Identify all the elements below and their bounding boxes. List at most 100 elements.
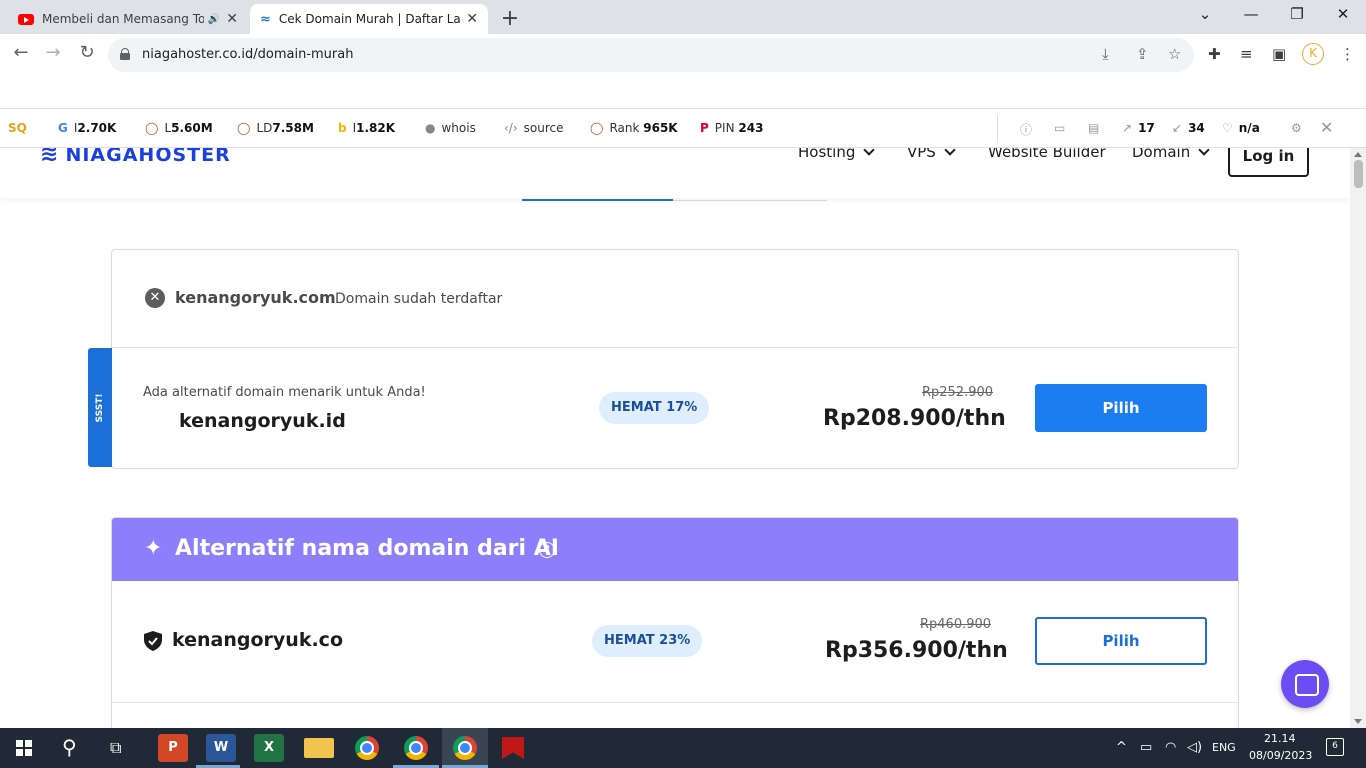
new-tab-button[interactable]: + [498,6,522,31]
diagnosis-icon[interactable]: ▭ [1054,121,1065,135]
bing-icon: b [338,121,347,135]
close-window-button[interactable]: ✕ [1332,5,1354,23]
share-icon[interactable]: ⇪ [1136,45,1149,63]
minimize-button[interactable]: — [1240,5,1262,23]
forward-button[interactable]: → [40,42,66,63]
chevron-up-icon[interactable]: ^ [1116,740,1127,755]
internal-links[interactable]: ↙ 34 [1172,121,1205,135]
discount-badge: HEMAT 23% [592,625,703,657]
excel-icon[interactable]: X [254,734,284,762]
chrome-active-icon[interactable] [453,736,477,760]
seoquake-logo-icon[interactable]: SQ [8,121,27,135]
seo-rank[interactable]: ◯ Rank 965K [590,121,678,135]
login-button[interactable]: Log in [1228,148,1309,177]
help-icon[interactable]: ? [539,542,555,558]
seo-heart[interactable]: ♡ n/a [1222,121,1260,135]
windows-taskbar: ⚲ ⧉ P W X ^ ▭ ◠ ◁) ENG 21.14 08/09/2023 … [0,728,1366,768]
address-bar[interactable]: niagahoster.co.id/domain-murah ⤓ ⇪ ☆ [108,38,1194,72]
seo-whois[interactable]: ● whois [425,121,476,135]
powerpoint-icon[interactable]: P [158,734,188,762]
seo-bing-index[interactable]: b I 1.82K [338,121,395,135]
close-tab-icon[interactable]: ✕ [226,11,238,27]
scroll-thumb[interactable] [1354,160,1363,188]
info-icon[interactable]: ⓘ [1020,121,1032,138]
chrome-profile-icon[interactable] [404,736,428,760]
taken-domain-row: ✕ kenangoryuk.com Domain sudah terdaftar [112,250,1238,348]
close-tab-icon[interactable]: ✕ [466,11,478,27]
seo-source[interactable]: ‹/› source [504,121,564,135]
density-icon[interactable]: ▤ [1088,121,1099,135]
url-text[interactable]: niagahoster.co.id/domain-murah [142,47,353,62]
tab-title: Membeli dan Memasang Top [42,12,204,26]
select-domain-button[interactable]: Pilih [1035,617,1207,665]
seo-pinterest[interactable]: P PIN 243 [700,121,763,135]
scroll-up-icon[interactable] [1354,152,1362,157]
scroll-down-icon[interactable] [1354,719,1362,724]
extensions-icon[interactable]: ✚ [1208,45,1221,63]
old-price: Rp460.900 [920,617,992,632]
chrome-icon[interactable] [355,736,379,760]
bookmark-star-icon[interactable]: ☆ [1168,45,1181,63]
external-link-icon: ↗ [1122,121,1133,135]
language-indicator[interactable]: ENG [1212,741,1236,754]
side-panel-icon[interactable]: ▣ [1272,45,1286,63]
browser-tab-youtube[interactable]: Membeli dan Memasang Top 🔊 ✕ [8,4,248,34]
lock-icon[interactable] [120,48,130,60]
menu-domain[interactable]: Domain [1132,148,1210,161]
logo-text: NIAGAHOSTER [65,148,231,166]
windows-start-icon[interactable] [16,740,32,756]
seo-value: 34 [1188,121,1205,135]
browser-tab-niagahoster[interactable]: ≈ Cek Domain Murah | Daftar Lang ✕ [250,4,488,34]
seo-value: 7.58M [272,121,314,135]
niagahoster-logo-icon: ≋ [40,148,59,167]
audio-icon[interactable]: 🔊 [208,14,220,25]
volume-icon[interactable]: ◁) [1187,740,1202,755]
back-button[interactable]: ← [8,42,34,63]
shield-check-icon [144,631,162,651]
install-icon[interactable]: ⤓ [1102,45,1109,63]
select-domain-button[interactable]: Pilih [1035,384,1207,432]
menu-vps[interactable]: VPS [907,148,956,161]
settings-icon[interactable]: ⚙ [1291,121,1302,135]
restore-button[interactable]: ❐ [1286,5,1308,23]
reading-list-icon[interactable]: ≡ [1240,45,1253,63]
mcafee-icon[interactable] [502,737,524,759]
taken-domain-status: Domain sudah terdaftar [335,291,503,307]
chevron-down-icon [1198,148,1210,156]
tab-search-icon[interactable]: ⌄ [1194,5,1216,23]
google-icon: G [58,121,68,135]
seo-linking-domains[interactable]: ◯ LD 7.58M [237,121,314,135]
menu-icon[interactable]: ⋮ [1340,45,1355,63]
browser-tab-bar: Membeli dan Memasang Top 🔊 ✕ ≈ Cek Domai… [0,0,1366,34]
file-explorer-icon[interactable] [304,738,334,758]
pinterest-icon: P [700,121,709,135]
seo-links[interactable]: ◯ L 5.60M [145,121,213,135]
new-price: Rp356.900/thn [825,638,1008,663]
clock-time[interactable]: 21.14 [1264,732,1296,745]
bookmarks-area [0,76,1366,108]
notification-icon[interactable]: 6 [1326,738,1344,756]
page-scrollbar[interactable] [1350,148,1366,728]
battery-icon[interactable]: ▭ [1140,740,1152,755]
external-links[interactable]: ↗ 17 [1122,121,1155,135]
menu-website-builder[interactable]: Website Builder [988,148,1106,161]
word-icon[interactable]: W [206,734,236,762]
menu-hosting[interactable]: Hosting [798,148,876,161]
unavailable-icon: ✕ [145,288,165,308]
chat-widget-button[interactable] [1281,660,1329,708]
wifi-icon[interactable]: ◠ [1165,740,1176,755]
profile-avatar[interactable]: K [1302,43,1324,65]
chevron-down-icon [863,148,876,156]
alternative-caption: Ada alternatif domain menarik untuk Anda… [143,385,426,400]
taken-domain-name: kenangoryuk.com [175,288,336,307]
reload-button[interactable]: ↻ [74,42,100,63]
circle-icon: ◯ [590,121,604,135]
seo-google-index[interactable]: G I 2.70K [58,121,116,135]
clock-date[interactable]: 08/09/2023 [1249,749,1312,762]
search-icon[interactable]: ⚲ [62,735,77,759]
site-logo[interactable]: ≋ NIAGAHOSTER [40,148,231,167]
seo-value: 5.60M [171,121,213,135]
close-icon[interactable]: ✕ [1320,118,1333,137]
site-header: ≋ NIAGAHOSTER Hosting VPS Website Builde… [0,148,1350,198]
task-view-icon[interactable]: ⧉ [110,738,121,758]
